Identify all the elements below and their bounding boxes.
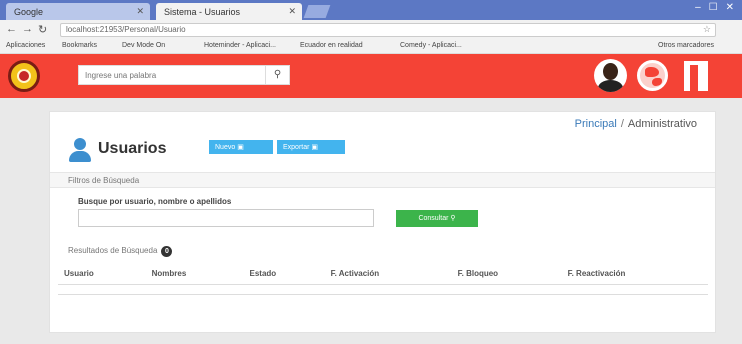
table-row: [58, 284, 708, 295]
column-header-estado[interactable]: Estado: [243, 264, 325, 285]
results-section-header: Resultados de Búsqueda 0: [68, 246, 173, 257]
breadcrumb-principal[interactable]: Principal: [575, 118, 617, 130]
forward-arrow-icon[interactable]: →: [22, 23, 33, 35]
results-table: Usuario Nombres Estado F. Activación F. …: [58, 264, 708, 295]
globe-icon[interactable]: [637, 60, 668, 91]
user-icon-head: [74, 138, 86, 150]
logo[interactable]: [8, 60, 40, 92]
bookmark-item[interactable]: Dev Mode On: [122, 42, 165, 49]
export-icon: ▣: [311, 144, 319, 151]
bookmark-item[interactable]: Comedy - Aplicaci...: [400, 42, 462, 49]
window-controls: ✕ ☐ –: [674, 2, 734, 16]
bookmark-item[interactable]: Aplicaciones: [6, 42, 45, 49]
back-arrow-icon[interactable]: ←: [6, 23, 17, 35]
column-header-activacion[interactable]: F. Activación: [324, 264, 452, 285]
bookmark-item[interactable]: Otros marcadores: [658, 42, 714, 49]
browser-tabstrip: Google ✕ Sistema - Usuarios ✕ ✕ ☐ –: [0, 0, 742, 20]
nuevo-button[interactable]: Nuevo ▣: [209, 140, 273, 154]
consultar-button[interactable]: Consultar ⚲: [396, 210, 478, 227]
breadcrumb-current: Administrativo: [627, 118, 697, 130]
results-title: Resultados de Búsqueda: [68, 246, 158, 255]
bookmarks-bar: Aplicaciones Bookmarks Dev Mode On Hotem…: [0, 39, 742, 54]
nuevo-label: Nuevo: [215, 144, 236, 151]
consultar-label: Consultar: [418, 215, 449, 222]
browser-addressbar: ← → ↻ localhost:21953/Personal/Usuario ☆: [0, 20, 742, 39]
user-icon-body: [69, 151, 91, 162]
app-header: ⚲: [0, 54, 742, 98]
exportar-button[interactable]: Exportar ▣: [277, 140, 345, 154]
avatar[interactable]: [594, 59, 627, 92]
close-tab-icon[interactable]: ✕: [288, 6, 296, 17]
new-tab-button[interactable]: [303, 5, 331, 18]
search-field-label: Busque por usuario, nombre o apellidos: [78, 197, 232, 206]
main-card: Principal / Administrativo Usuarios Nuevo …: [49, 111, 716, 333]
bookmark-item[interactable]: Ecuador en realidad: [300, 42, 363, 49]
logo-emblem: [17, 69, 31, 83]
logout-icon[interactable]: [681, 61, 711, 91]
minimize-window-icon[interactable]: –: [695, 2, 701, 13]
filters-section-header: Filtros de Búsqueda: [50, 172, 715, 188]
empty-cell: [58, 284, 708, 295]
column-header-reactivacion[interactable]: F. Reactivación: [561, 264, 708, 285]
avatar-head: [603, 63, 618, 80]
exportar-label: Exportar: [283, 144, 310, 151]
column-header-nombres[interactable]: Nombres: [145, 264, 244, 285]
breadcrumb: Principal / Administrativo: [575, 118, 697, 130]
url-bar[interactable]: localhost:21953/Personal/Usuario ☆: [60, 23, 716, 37]
close-window-icon[interactable]: ✕: [726, 2, 734, 13]
add-icon: ▣: [237, 144, 244, 151]
maximize-window-icon[interactable]: ☐: [709, 2, 718, 13]
column-header-usuario[interactable]: Usuario: [58, 264, 146, 285]
search-icon: ⚲: [450, 215, 456, 222]
door-opening: [690, 65, 698, 91]
avatar-body: [598, 80, 623, 92]
browser-tab-active[interactable]: Sistema - Usuarios ✕: [156, 3, 302, 20]
search-icon[interactable]: ⚲: [265, 66, 289, 84]
tab-label: Sistema - Usuarios: [164, 7, 241, 17]
close-tab-icon[interactable]: ✕: [136, 6, 144, 17]
results-count-badge: 0: [161, 246, 173, 257]
search-input[interactable]: [79, 66, 265, 84]
breadcrumb-separator: /: [620, 118, 624, 130]
user-icon: [68, 138, 92, 162]
reload-icon[interactable]: ↻: [38, 23, 47, 36]
url-text: localhost:21953/Personal/Usuario: [66, 25, 186, 34]
browser-tab-google[interactable]: Google ✕: [6, 3, 150, 20]
table-header-row: Usuario Nombres Estado F. Activación F. …: [58, 264, 708, 285]
bookmark-item[interactable]: Bookmarks: [62, 42, 97, 49]
tab-label: Google: [14, 7, 44, 17]
column-header-bloqueo[interactable]: F. Bloqueo: [451, 264, 562, 285]
criteria-search-input[interactable]: [78, 209, 374, 227]
header-search: ⚲: [78, 65, 290, 85]
bookmark-star-icon[interactable]: ☆: [703, 24, 711, 35]
bookmark-item[interactable]: Hoteminder - Aplicaci...: [204, 42, 276, 49]
page-title: Usuarios: [98, 140, 167, 157]
